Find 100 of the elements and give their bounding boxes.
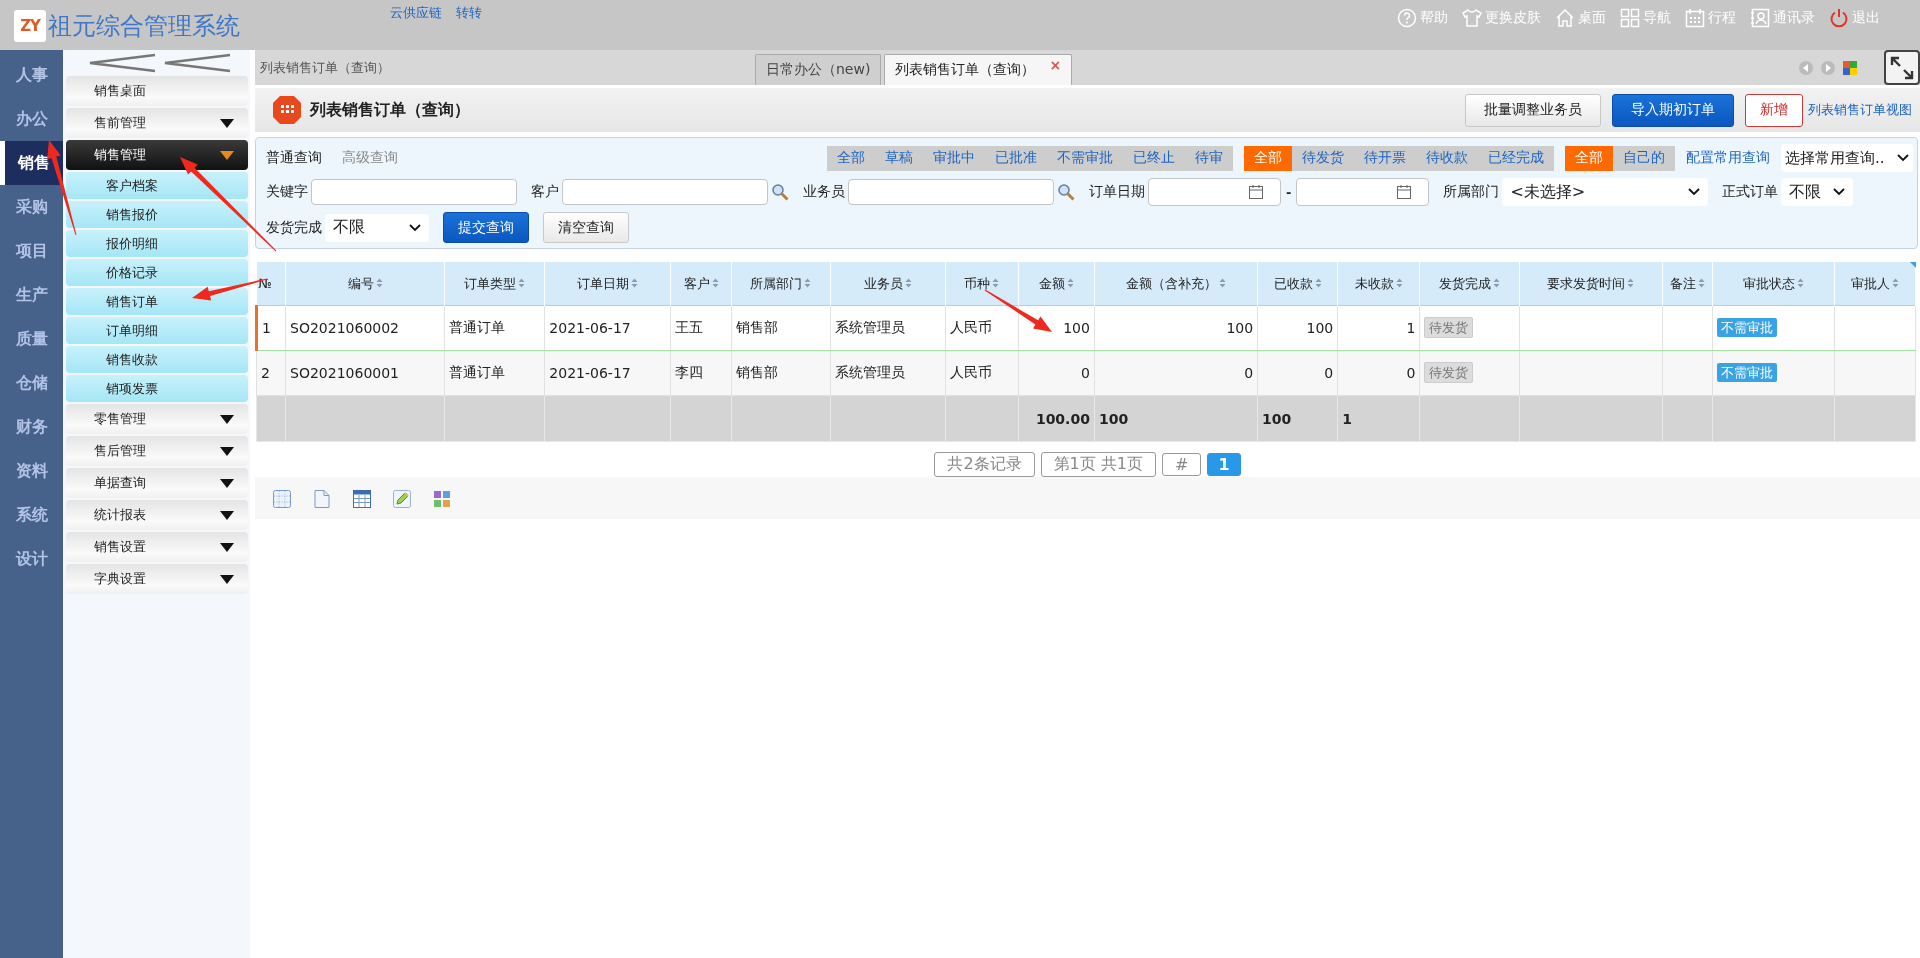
previous-icon[interactable] [1798,59,1814,76]
sidebar-subitem[interactable]: 销售收款 [66,346,248,373]
sort-icon[interactable] [711,277,719,288]
query-mode-tab[interactable]: 普通查询 [266,149,322,167]
query-mode-tab[interactable]: 高级查询 [342,149,398,167]
filter-tab[interactable]: 草稿 [875,145,923,171]
sidebar-item[interactable]: 字典设置 [66,564,248,594]
module-tab[interactable]: 办公 [0,97,63,141]
column-header[interactable]: 备注 [1662,262,1713,306]
fullscreen-button[interactable] [1884,50,1920,85]
sidebar-item[interactable]: 售前管理 [66,108,248,138]
sort-icon[interactable] [992,277,1000,288]
next-icon[interactable] [1820,59,1836,76]
sidebar-subitem[interactable]: 客户档案 [66,172,248,199]
module-tab[interactable]: 仓储 [0,361,63,405]
color-grid-icon[interactable] [1842,59,1858,76]
module-tab[interactable]: 资料 [0,449,63,493]
select-field[interactable]: <未选择> [1502,178,1709,206]
date-field[interactable] [1296,178,1430,206]
module-tab[interactable]: 系统 [0,493,63,537]
sidebar-subitem[interactable]: 销售订单 [66,288,248,315]
sort-icon[interactable] [1314,277,1322,288]
column-header[interactable]: 币种 [945,262,1019,306]
column-header[interactable]: 已收款 [1257,262,1338,306]
jump-button[interactable]: # [1162,453,1202,476]
sort-icon[interactable] [1796,277,1804,288]
search-icon[interactable] [771,183,789,201]
tab[interactable]: 列表销售订单（查询） × [884,54,1073,85]
select-field[interactable]: 不限 [1781,178,1854,206]
filter-tab[interactable]: 审批中 [923,145,985,171]
column-header[interactable]: 客户 [670,262,732,306]
column-header[interactable]: 金额（含补充） [1094,262,1258,306]
query-button[interactable]: 清空查询 [543,212,629,243]
toolbar-button[interactable]: 批量调整业务员 [1465,93,1601,127]
column-header[interactable]: 发货完成 [1419,262,1520,306]
table-row[interactable]: 1 SO2021060002 普通订单 2021-06-17 王五 销售部 系统管理员 人民币 100 100 100 1 待发货 不需审批 [256,305,1916,351]
sort-icon[interactable] [1697,277,1705,288]
view-link[interactable]: 列表销售订单视图 [1808,101,1912,119]
date-field[interactable] [1148,178,1281,206]
select-field[interactable]: 不限 [325,213,429,242]
pencil-icon[interactable] [392,489,412,509]
sort-icon[interactable] [631,277,639,288]
sort-icon[interactable] [1395,277,1403,288]
module-tab[interactable]: 财务 [0,405,63,449]
module-tab[interactable]: 设计 [0,537,63,581]
module-tab[interactable]: 采购 [0,185,63,229]
sort-icon[interactable] [1219,277,1226,288]
module-tab[interactable]: 销售 [0,141,63,185]
sort-icon[interactable] [1627,277,1635,288]
sidebar-subitem[interactable]: 销项发票 [66,375,248,402]
input-field[interactable] [311,179,517,205]
column-header[interactable]: 订单类型 [444,262,545,306]
toolbar-button[interactable]: 新增 [1745,93,1803,127]
column-header[interactable]: 所属部门 [731,262,831,306]
sort-icon[interactable] [1066,277,1074,288]
query-button[interactable]: 提交查询 [443,212,529,243]
sort-icon[interactable] [904,277,912,288]
input-field[interactable] [562,179,768,205]
sidebar-subitem[interactable]: 订单明细 [66,317,248,344]
filter-tab[interactable]: 待收款 [1416,145,1478,171]
sort-icon[interactable] [1891,277,1899,288]
sidebar-item[interactable]: 销售管理 [66,140,248,170]
saved-query-select[interactable]: 选择常用查询.. [1781,144,1913,172]
page-icon[interactable] [312,489,332,509]
column-header[interactable]: 订单日期 [544,262,671,306]
sidebar-item[interactable]: 统计报表 [66,500,248,530]
input-field[interactable] [848,179,1054,205]
toolbar-button[interactable]: 导入期初订单 [1612,93,1734,127]
column-header[interactable]: 要求发货时间 [1519,262,1663,306]
top-link[interactable]: 转转 [456,4,482,22]
sort-icon[interactable] [1493,277,1501,288]
sidebar-item[interactable]: 售后管理 [66,436,248,466]
filter-tab[interactable]: 已批准 [985,145,1047,171]
table-row[interactable]: 2 SO2021060001 普通订单 2021-06-17 李四 销售部 系统管理员 人民币 0 0 0 0 待发货 不需审批 [256,350,1916,396]
table-icon[interactable] [352,489,372,509]
puzzle-icon[interactable] [432,489,452,509]
module-tab[interactable]: 项目 [0,229,63,273]
module-tab[interactable]: 生产 [0,273,63,317]
dotted-grid-icon[interactable] [272,489,292,509]
sidebar-item[interactable]: 销售桌面 [66,76,248,106]
tab[interactable]: 日常办公（new) [755,54,882,85]
module-tab[interactable]: 质量 [0,317,63,361]
sidebar-item[interactable]: 销售设置 [66,532,248,562]
filter-tab[interactable]: 全部 [827,145,875,171]
column-header[interactable]: 审批人 [1834,262,1916,306]
column-header[interactable]: 审批状态 [1712,262,1835,306]
sidebar-subitem[interactable]: 价格记录 [66,259,248,286]
filter-tab[interactable]: 待开票 [1354,145,1416,171]
sort-icon[interactable] [375,277,383,288]
search-icon[interactable] [1057,183,1075,201]
sort-icon[interactable] [518,277,526,288]
config-query-link[interactable]: 配置常用查询 [1686,149,1770,167]
filter-tab[interactable]: 待发货 [1292,145,1354,171]
sidebar-item[interactable]: 零售管理 [66,404,248,434]
sidebar-subitem[interactable]: 销售报价 [66,201,248,228]
filter-tab[interactable]: 待审 [1185,145,1233,171]
filter-tab[interactable]: 自己的 [1613,145,1675,171]
calendar-icon[interactable] [1396,184,1413,200]
close-icon[interactable]: × [1049,57,1062,73]
module-tab[interactable]: 人事 [0,53,63,97]
